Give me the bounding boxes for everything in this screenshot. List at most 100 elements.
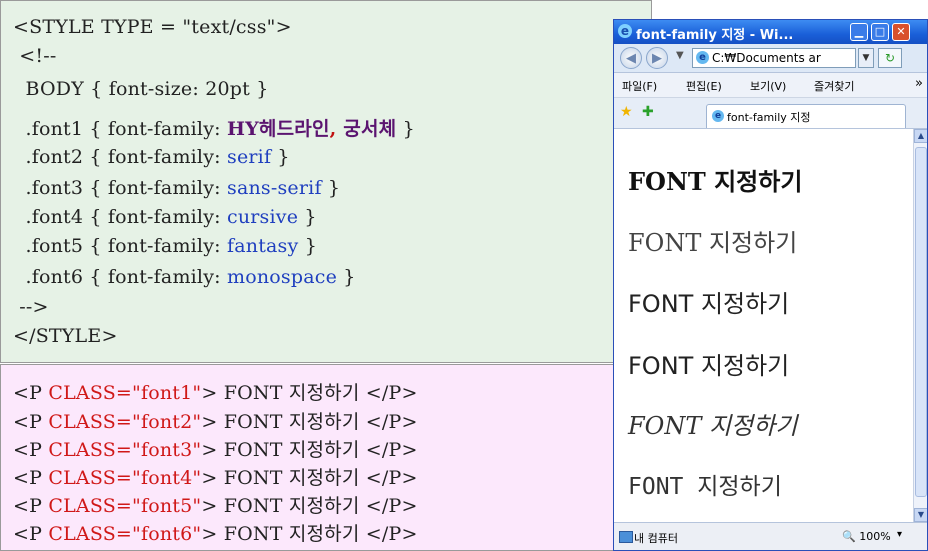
address-text: C:₩Documents ar: [712, 51, 821, 65]
code-p-open: <P: [13, 411, 49, 433]
code-font1-name-a: HY헤드라인: [227, 118, 330, 140]
minimize-button[interactable]: ▁: [850, 23, 868, 41]
code-font1-prefix: .font1 { font-family:: [13, 118, 227, 140]
code-p-rest: > FONT 지정하기 </P>: [201, 495, 418, 517]
code-font5-value: fantasy: [227, 235, 299, 257]
code-font3-rule: .font3 { font-family: sans-serif }: [13, 177, 340, 199]
scroll-down-icon[interactable]: ▼: [914, 508, 927, 522]
code-style-close: </STYLE>: [13, 325, 118, 347]
demo-font1: FONT 지정하기: [628, 167, 803, 196]
code-p-open: <P: [13, 467, 49, 489]
code-p-font1: <P CLASS="font1"> FONT 지정하기 </P>: [13, 378, 418, 405]
menu-favorites[interactable]: 즐겨찾기: [814, 78, 884, 94]
code-font1-name-b: 궁서체: [336, 118, 397, 140]
code-p-class: CLASS="font2": [48, 411, 202, 433]
ie-logo-icon: e: [618, 24, 632, 38]
add-favorites-icon[interactable]: ✚: [642, 104, 654, 120]
code-font6-rule: .font6 { font-family: monospace }: [13, 266, 356, 288]
code-p-class: CLASS="font3": [48, 439, 202, 461]
page-icon: e: [696, 51, 709, 64]
code-font2-value: serif: [227, 146, 272, 168]
code-p-rest: > FONT 지정하기 </P>: [201, 411, 418, 433]
favorites-star-icon[interactable]: ★: [620, 104, 633, 120]
page-viewport: FONT 지정하기 FONT 지정하기 FONT 지정하기 FONT 지정하기 …: [614, 129, 913, 522]
code-font4-suffix: }: [298, 206, 317, 228]
code-font6-value: monospace: [227, 266, 338, 288]
code-p-font6: <P CLASS="font6"> FONT 지정하기 </P>: [13, 519, 418, 546]
window-title: font-family 지정 - Wi...: [636, 28, 794, 43]
code-font1-suffix: }: [396, 118, 415, 140]
code-font3-suffix: }: [321, 177, 341, 199]
tab-page-icon: e: [712, 110, 724, 122]
code-style-open: <STYLE TYPE = "text/css">: [13, 16, 292, 38]
code-font2-rule: .font2 { font-family: serif }: [13, 146, 290, 168]
tab-current[interactable]: e font-family 지정: [706, 104, 906, 128]
zoom-level[interactable]: 🔍 100%: [842, 530, 891, 543]
menu-view[interactable]: 보기(V): [750, 78, 786, 94]
code-font4-prefix: .font4 { font-family:: [13, 206, 227, 228]
scroll-up-icon[interactable]: ▲: [914, 129, 927, 143]
scroll-thumb[interactable]: [915, 147, 927, 497]
code-p-class: CLASS="font5": [48, 495, 202, 517]
code-p-rest: > FONT 지정하기 </P>: [201, 467, 418, 489]
code-p-open: <P: [13, 495, 49, 517]
style-code-panel: <STYLE TYPE = "text/css"> <!-- BODY { fo…: [0, 0, 652, 363]
maximize-button[interactable]: □: [871, 23, 889, 41]
menu-bar: 파일(F) 편집(E) 보기(V) 즐겨찾기 »: [614, 73, 927, 98]
address-input[interactable]: e C:₩Documents ar: [692, 48, 856, 68]
code-font6-prefix: .font6 { font-family:: [13, 266, 227, 288]
code-p-rest: > FONT 지정하기 </P>: [201, 439, 418, 461]
tab-bar: ★ ✚ e font-family 지정: [614, 98, 927, 129]
address-toolbar: ◀ ▶ ▼ e C:₩Documents ar ▼ ↻: [614, 44, 927, 73]
code-p-font2: <P CLASS="font2"> FONT 지정하기 </P>: [13, 407, 418, 434]
code-p-font3: <P CLASS="font3"> FONT 지정하기 </P>: [13, 435, 418, 462]
code-p-class: CLASS="font4": [48, 467, 202, 489]
zoom-icon: 🔍: [842, 530, 856, 543]
demo-font4: FONT 지정하기: [628, 352, 790, 380]
code-font5-prefix: .font5 { font-family:: [13, 235, 227, 257]
demo-font3: FONT 지정하기: [628, 290, 790, 318]
code-font4-rule: .font4 { font-family: cursive }: [13, 206, 317, 228]
refresh-icon[interactable]: ↻: [878, 48, 902, 68]
browser-window: e font-family 지정 - Wi... ▁ □ ✕ ◀ ▶ ▼ e C…: [613, 19, 928, 551]
zoom-dropdown-icon[interactable]: ▾: [897, 529, 902, 540]
tab-title: font-family 지정: [727, 111, 811, 124]
code-comment-open: <!--: [13, 45, 57, 67]
title-bar[interactable]: e font-family 지정 - Wi... ▁ □ ✕: [614, 20, 927, 44]
code-font6-suffix: }: [337, 266, 356, 288]
code-font2-prefix: .font2 { font-family:: [13, 146, 227, 168]
demo-font5: FONT 지정하기: [628, 412, 798, 440]
address-dropdown-icon[interactable]: ▼: [858, 48, 874, 68]
code-font5-suffix: }: [298, 235, 317, 257]
code-font3-value: sans-serif: [227, 177, 322, 199]
history-dropdown-icon[interactable]: ▼: [676, 50, 684, 61]
code-body-rule: BODY { font-size: 20pt }: [13, 78, 269, 100]
demo-font6: FONT 지정하기: [628, 474, 782, 500]
code-font3-prefix: .font3 { font-family:: [13, 177, 227, 199]
forward-arrow-icon[interactable]: ▶: [646, 47, 668, 69]
vertical-scrollbar[interactable]: ▲ ▼: [913, 129, 927, 522]
code-p-open: <P: [13, 439, 49, 461]
code-comment-close: -->: [13, 296, 49, 318]
code-p-class: CLASS="font1": [48, 382, 202, 404]
code-font4-value: cursive: [227, 206, 299, 228]
code-p-rest: > FONT 지정하기 </P>: [201, 382, 418, 404]
menu-file[interactable]: 파일(F): [622, 78, 657, 94]
code-p-class: CLASS="font6": [48, 523, 202, 545]
status-zone: 내 컴퓨터: [634, 532, 678, 545]
menu-more-icon[interactable]: »: [915, 76, 923, 91]
back-arrow-icon[interactable]: ◀: [620, 47, 642, 69]
code-font5-rule: .font5 { font-family: fantasy }: [13, 235, 317, 257]
code-font2-suffix: }: [271, 146, 290, 168]
demo-font2: FONT 지정하기: [628, 229, 798, 257]
code-p-rest: > FONT 지정하기 </P>: [201, 523, 418, 545]
code-font1-rule: .font1 { font-family: HY헤드라인, 궁서체 }: [13, 114, 415, 141]
code-p-font4: <P CLASS="font4"> FONT 지정하기 </P>: [13, 463, 418, 490]
menu-edit[interactable]: 편집(E): [686, 78, 722, 94]
p-code-panel: <P CLASS="font1"> FONT 지정하기 </P> <P CLAS…: [0, 364, 652, 551]
zoom-value: 100%: [859, 530, 891, 543]
computer-icon: [619, 531, 633, 543]
status-bar: 내 컴퓨터 🔍 100% ▾: [614, 522, 927, 550]
close-button[interactable]: ✕: [892, 23, 910, 41]
code-p-open: <P: [13, 382, 49, 404]
